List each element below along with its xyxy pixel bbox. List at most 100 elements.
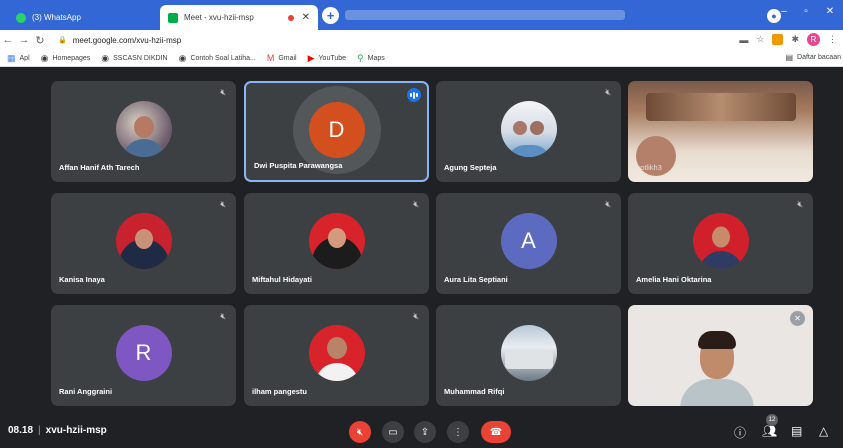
participant-tile[interactable]: R 🔇︎ Rani Anggraini — [51, 305, 236, 406]
participant-name: Anda — [636, 387, 654, 396]
account-avatar[interactable]: R — [807, 33, 820, 46]
participant-tile[interactable]: Muhammad Rifqi — [436, 305, 621, 406]
bookmark-apps[interactable]: ▦ Apl — [7, 53, 30, 64]
participant-photo — [115, 213, 172, 270]
mic-off-icon: 🔇︎ — [797, 199, 803, 209]
meeting-time: 08.18 — [8, 425, 34, 436]
participant-photo — [115, 101, 172, 158]
star-icon[interactable]: ☆ — [756, 34, 764, 45]
maps-pin-icon: ⚲ — [357, 52, 364, 63]
camera-icon[interactable]: ▬ — [739, 35, 748, 45]
browser-tab-bar: (3) WhatsApp ✕ Meet - xvu-hzii-msp ✕ + ●… — [0, 0, 843, 30]
participant-avatar: A — [500, 213, 557, 270]
avatar-initial: D — [328, 116, 345, 142]
participant-name: Rani Anggraini — [59, 387, 113, 396]
self-body — [680, 379, 754, 406]
mic-off-icon: ✕ — [790, 311, 805, 326]
divider: | — [38, 425, 41, 436]
bookmark-label: Apl — [19, 54, 30, 62]
bookmark-sscasn[interactable]: ◉ SSCASN DIKDIN — [101, 53, 167, 64]
maximize-icon[interactable]: ▫ — [795, 0, 817, 22]
tab-meet[interactable]: Meet - xvu-hzii-msp ✕ — [160, 5, 318, 30]
chat-icon[interactable]: ▤ — [791, 424, 802, 438]
participant-photo — [308, 213, 365, 270]
bookmark-contoh-soal[interactable]: ◉ Contoh Soal Latiha... — [179, 53, 256, 64]
participant-name: Amelia Hani Oktarina — [636, 275, 712, 284]
participant-photo — [500, 101, 557, 158]
new-tab-button[interactable]: + — [322, 7, 339, 24]
mic-off-icon: 🔇︎ — [220, 311, 226, 321]
participant-tile[interactable]: 🔇︎ Amelia Hani Oktarina — [628, 193, 813, 294]
browser-toolbar: ← → ↻ 🔒 meet.google.com/xvu-hzii-msp ▬ ☆… — [0, 30, 843, 50]
tab-label: (3) WhatsApp — [32, 13, 81, 22]
info-icon[interactable]: ⓘ — [734, 424, 746, 441]
lock-icon: 🔒 — [58, 37, 67, 44]
avatar-initial: A — [521, 228, 536, 254]
mic-off-icon: 🔇︎ — [220, 87, 226, 97]
participant-name: ilham pangestu — [252, 387, 308, 396]
tab-close-icon[interactable]: ✕ — [302, 12, 310, 23]
tab-whatsapp[interactable]: (3) WhatsApp ✕ — [8, 5, 183, 30]
forward-icon[interactable]: → — [16, 34, 32, 46]
bookmark-youtube[interactable]: ▶ YouTube — [308, 53, 346, 64]
globe-icon: ◉ — [40, 52, 49, 63]
participant-name: hotlikh3 — [636, 163, 662, 172]
participant-tile[interactable]: 🔇︎ Affan Hanif Ath Tarech — [51, 81, 236, 182]
whatsapp-icon — [16, 12, 26, 23]
toolbar-icons: ▬ ☆ ✱ R ⋮ — [739, 33, 837, 46]
bookmark-label: Maps — [367, 54, 385, 62]
participant-tile[interactable]: 🔇︎ ilham pangestu — [244, 305, 429, 406]
bookmark-label: Gmail — [278, 54, 297, 62]
address-bar[interactable]: 🔒 meet.google.com/xvu-hzii-msp — [54, 32, 734, 49]
back-icon[interactable]: ← — [0, 34, 16, 46]
participant-tile[interactable]: 🔇︎ Agung Septeja — [436, 81, 621, 182]
mic-off-icon: 🔇︎ — [605, 87, 611, 97]
bookmark-label: YouTube — [318, 54, 347, 62]
self-video[interactable]: ✕ Anda — [628, 305, 813, 406]
minimize-icon[interactable]: – — [773, 0, 795, 22]
participant-video[interactable]: hotlikh3 — [628, 81, 813, 182]
bookmark-label: Contoh Soal Latiha... — [190, 54, 256, 62]
participant-name: Muhammad Rifqi — [444, 387, 505, 396]
participant-tile[interactable]: 🔇︎ Miftahul Hidayati — [244, 193, 429, 294]
meet-icon — [168, 12, 178, 23]
meeting-code: xvu-hzii-msp — [45, 425, 107, 436]
participant-avatar: R — [115, 325, 172, 382]
avatar-initial: R — [135, 340, 152, 366]
bookmark-maps[interactable]: ⚲ Maps — [357, 53, 385, 64]
participant-tile[interactable]: 🔇︎ Kanisa Inaya — [51, 193, 236, 294]
participant-photo — [308, 325, 365, 382]
recording-indicator-icon — [287, 14, 294, 21]
participant-name: Miftahul Hidayati — [252, 275, 313, 284]
url-text: meet.google.com/xvu-hzii-msp — [72, 35, 182, 45]
leave-call-button[interactable]: ☎ — [481, 421, 511, 443]
self-hair — [698, 331, 736, 349]
participant-tile[interactable]: D Dwi Puspita Parawangsa — [244, 81, 429, 182]
reading-list-icon: ▤ — [785, 53, 794, 62]
close-window-icon[interactable]: ✕ — [817, 0, 843, 22]
mic-toggle-button[interactable]: 🔇︎ — [349, 421, 371, 443]
window-controls: – ▫ ✕ — [773, 0, 843, 22]
reload-icon[interactable]: ↻ — [32, 34, 48, 47]
reading-list[interactable]: ▤ Daftar bacaan — [785, 53, 841, 62]
participant-avatar: D — [308, 101, 365, 158]
activities-icon[interactable]: △ — [819, 424, 828, 438]
menu-icon[interactable]: ⋮ — [828, 34, 837, 45]
participant-name: Kanisa Inaya — [59, 275, 105, 284]
bookmark-label: SSCASN DIKDIN — [113, 54, 168, 62]
participant-name: Dwi Puspita Parawangsa — [254, 161, 343, 170]
camera-toggle-button[interactable]: ▭ — [382, 421, 404, 443]
participant-tile[interactable]: A 🔇︎ Aura Lita Septiani — [436, 193, 621, 294]
more-options-button[interactable]: ⋮ — [447, 421, 469, 443]
globe-icon: ◉ — [101, 52, 110, 63]
participant-name: Agung Septeja — [444, 163, 497, 172]
puzzle-icon[interactable]: ✱ — [791, 34, 799, 45]
present-screen-button[interactable]: ⇪ — [414, 421, 436, 443]
mic-off-icon: 🔇︎ — [413, 199, 419, 209]
bookmark-homepages[interactable]: ◉ Homepages — [41, 53, 91, 64]
people-icon[interactable]: 👥︎ — [762, 424, 777, 438]
extension-icon[interactable] — [772, 34, 784, 45]
globe-icon: ◉ — [178, 52, 187, 63]
bookmark-gmail[interactable]: M Gmail — [267, 53, 297, 63]
audio-level-icon — [407, 88, 421, 102]
